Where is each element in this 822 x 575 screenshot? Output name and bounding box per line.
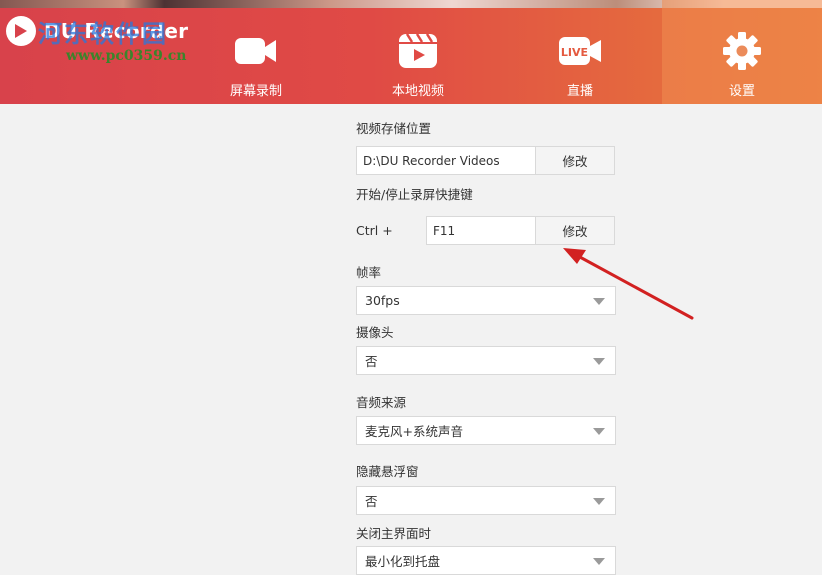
nav-settings[interactable]: 设置: [662, 0, 822, 104]
framerate-value: 30fps: [365, 293, 400, 308]
chevron-down-icon: [593, 498, 605, 505]
close-main-select[interactable]: 最小化到托盘: [356, 546, 616, 575]
audio-source-select[interactable]: 麦克风+系统声音: [356, 416, 616, 445]
live-badge-text: LIVE: [561, 46, 588, 59]
video-camera-icon: [232, 30, 280, 72]
hide-float-select[interactable]: 否: [356, 486, 616, 515]
chevron-down-icon: [593, 558, 605, 565]
audio-source-value: 麦克风+系统声音: [365, 424, 463, 439]
hide-float-value: 否: [365, 494, 378, 509]
watermark-url: www.pc0359.cn: [66, 48, 187, 64]
camera-value: 否: [365, 354, 378, 369]
change-save-location-button[interactable]: 修改: [535, 146, 615, 175]
chevron-down-icon: [593, 358, 605, 365]
gear-icon: [718, 30, 766, 72]
camera-select[interactable]: 否: [356, 346, 616, 375]
nav-live[interactable]: LIVE 直播: [500, 0, 660, 104]
du-recorder-logo-icon: [6, 16, 36, 46]
live-camera-icon: LIVE: [556, 30, 604, 72]
camera-label: 摄像头: [356, 325, 394, 340]
save-location-label: 视频存储位置: [356, 121, 432, 136]
hotkey-label: 开始/停止录屏快捷键: [356, 187, 473, 202]
nav-label: 直播: [566, 84, 593, 99]
hide-float-label: 隐藏悬浮窗: [356, 464, 419, 479]
watermark-site-name: 河东软件园: [38, 19, 168, 48]
change-hotkey-button[interactable]: 修改: [535, 216, 615, 245]
framerate-label: 帧率: [356, 265, 382, 280]
play-video-icon: [394, 30, 442, 72]
save-location-field[interactable]: D:\DU Recorder Videos: [356, 146, 536, 175]
nav-screen-record[interactable]: 屏幕录制: [176, 0, 336, 104]
hotkey-modifier: Ctrl +: [356, 223, 393, 238]
nav-label: 本地视频: [391, 84, 444, 99]
framerate-select[interactable]: 30fps: [356, 286, 616, 315]
nav-label: 屏幕录制: [229, 84, 282, 99]
audio-source-label: 音频来源: [356, 395, 407, 410]
nav-local-video[interactable]: 本地视频: [338, 0, 498, 104]
hotkey-field[interactable]: F11: [426, 216, 536, 245]
nav-label: 设置: [728, 84, 755, 99]
close-main-label: 关闭主界面时: [356, 526, 432, 541]
site-watermark: 河东软件园 www.pc0359.cn: [38, 14, 186, 64]
header-bar: DU Recorder 河东软件园 www.pc0359.cn 屏幕录制 本地视…: [0, 0, 822, 104]
chevron-down-icon: [593, 298, 605, 305]
close-main-value: 最小化到托盘: [365, 554, 441, 569]
chevron-down-icon: [593, 428, 605, 435]
